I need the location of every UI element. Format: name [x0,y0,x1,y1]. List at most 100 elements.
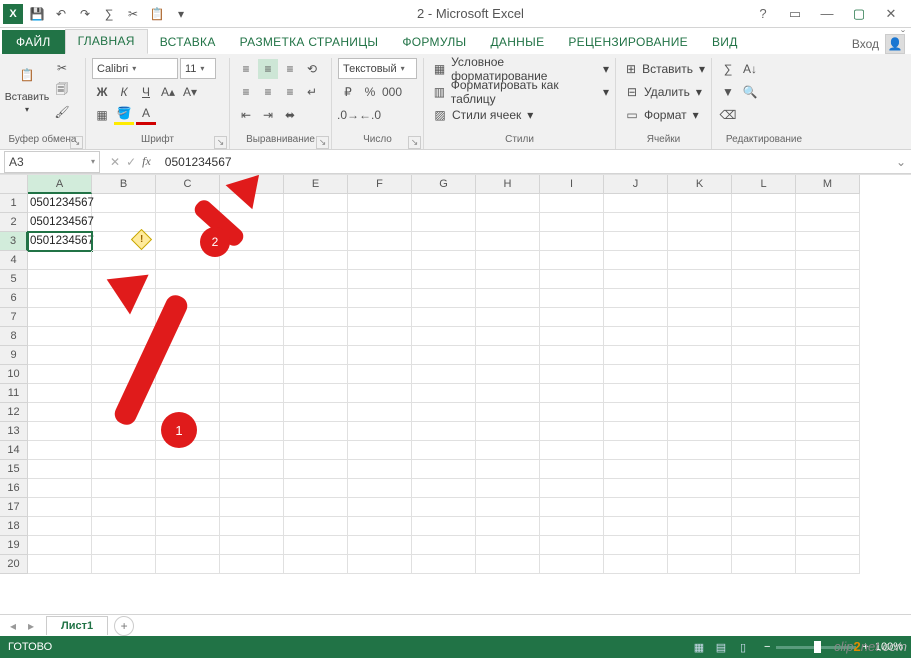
cell[interactable] [412,441,476,460]
cell[interactable] [540,479,604,498]
cell[interactable] [604,403,668,422]
cell[interactable] [156,384,220,403]
cell[interactable] [668,498,732,517]
cell[interactable] [732,422,796,441]
cell[interactable] [732,517,796,536]
cell[interactable] [476,384,540,403]
cancel-icon[interactable]: ✕ [110,155,120,169]
cell[interactable] [796,517,860,536]
cell[interactable] [540,308,604,327]
cell[interactable] [284,460,348,479]
cell[interactable] [476,194,540,213]
cell[interactable] [220,536,284,555]
format-cells-button[interactable]: ▭Формат▾ [622,104,705,125]
save-icon[interactable]: 💾 [26,3,48,25]
cell[interactable] [284,365,348,384]
find-icon[interactable]: 🔍 [740,82,760,102]
cell[interactable] [540,517,604,536]
dialog-launcher-icon[interactable]: ↘ [316,136,329,149]
cell[interactable] [28,327,92,346]
cell[interactable] [540,213,604,232]
align-top-icon[interactable]: ≡ [236,59,256,79]
cell[interactable] [476,270,540,289]
cell[interactable] [540,498,604,517]
cell[interactable] [604,327,668,346]
cell[interactable] [732,460,796,479]
decrease-decimal-icon[interactable]: ←.0 [360,105,380,125]
cell[interactable] [476,441,540,460]
cell[interactable] [540,536,604,555]
cell[interactable] [476,346,540,365]
cell[interactable] [284,270,348,289]
column-header[interactable]: M [796,175,860,194]
cell[interactable] [476,232,540,251]
cell[interactable] [92,536,156,555]
cell[interactable] [412,270,476,289]
name-box[interactable]: A3▾ [4,151,100,173]
cell[interactable] [540,194,604,213]
number-format-combo[interactable]: Текстовый▾ [338,58,417,79]
column-header[interactable]: A [28,175,92,194]
cell[interactable] [28,384,92,403]
cell[interactable] [348,327,412,346]
cell[interactable] [540,403,604,422]
cell[interactable] [284,422,348,441]
cell[interactable] [284,308,348,327]
wrap-text-icon[interactable]: ↵ [302,82,322,102]
cell[interactable] [284,441,348,460]
fill-icon[interactable]: ▼ [718,82,738,102]
row-header[interactable]: 13 [0,422,28,441]
underline-button[interactable]: Ч [136,82,156,102]
column-header[interactable]: E [284,175,348,194]
cell[interactable] [476,365,540,384]
cell[interactable] [668,422,732,441]
cell[interactable] [476,479,540,498]
cell[interactable] [156,555,220,574]
tab-view[interactable]: ВИД [700,31,750,54]
sheet-nav-prev-icon[interactable]: ◂ [4,619,22,633]
cell[interactable] [348,194,412,213]
cell[interactable] [28,270,92,289]
cell[interactable] [284,213,348,232]
cell[interactable] [412,384,476,403]
column-header[interactable]: B [92,175,156,194]
autosum-icon[interactable]: ∑ [98,3,120,25]
cell[interactable] [476,308,540,327]
cell[interactable] [220,403,284,422]
borders-icon[interactable]: ▦ [92,105,112,125]
decrease-font-icon[interactable]: A▾ [180,82,200,102]
cell[interactable] [284,289,348,308]
autosum-button[interactable]: ∑ [718,59,738,79]
cell[interactable] [796,270,860,289]
cell[interactable] [476,460,540,479]
cell[interactable] [412,536,476,555]
cell[interactable] [476,422,540,441]
cell[interactable]: 0501234567 [28,232,92,251]
dialog-launcher-icon[interactable]: ↘ [214,136,227,149]
align-center-icon[interactable]: ≡ [258,82,278,102]
cell[interactable] [220,365,284,384]
cut-button[interactable]: ✂ [52,58,72,78]
cut-icon[interactable]: ✂ [122,3,144,25]
cell[interactable] [412,460,476,479]
cell[interactable] [284,517,348,536]
page-layout-view-icon[interactable]: ▤ [710,639,732,655]
insert-cells-button[interactable]: ⊞Вставить▾ [622,58,705,79]
cell[interactable] [92,498,156,517]
cell[interactable] [220,460,284,479]
expand-formula-bar-icon[interactable]: ⌄ [891,155,911,169]
tab-data[interactable]: ДАННЫЕ [478,31,556,54]
tab-insert[interactable]: ВСТАВКА [148,31,228,54]
conditional-formatting-button[interactable]: ▦Условное форматирование▾ [430,58,609,79]
cell[interactable] [284,194,348,213]
percent-icon[interactable]: % [360,82,380,102]
cell[interactable] [220,270,284,289]
cell[interactable] [604,536,668,555]
cell[interactable] [796,232,860,251]
cell[interactable] [668,555,732,574]
cell[interactable] [668,517,732,536]
cell[interactable] [476,289,540,308]
column-header[interactable]: J [604,175,668,194]
cell[interactable] [732,327,796,346]
cell[interactable] [412,346,476,365]
